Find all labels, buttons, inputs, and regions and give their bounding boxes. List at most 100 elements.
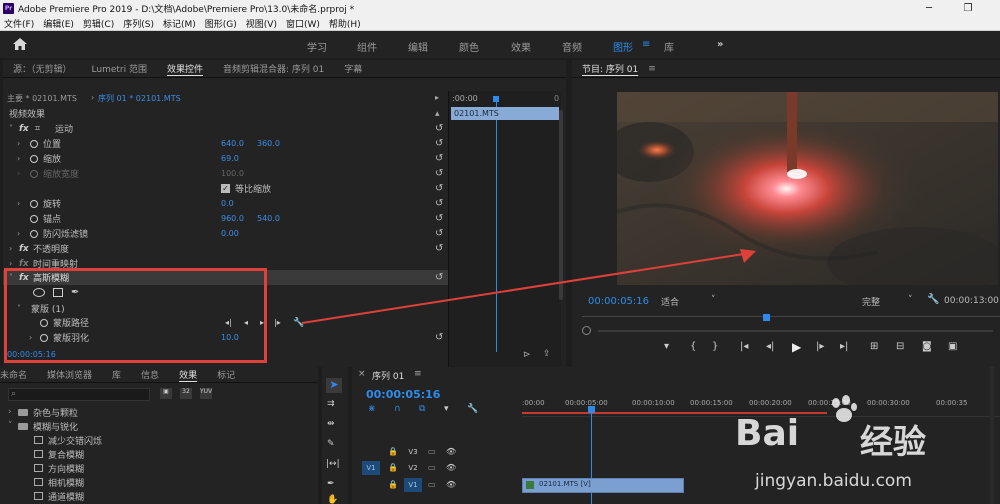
comparison-view-icon[interactable]: ▣ [948,341,957,352]
step-forward-icon[interactable]: |▸ [816,341,824,352]
extract-icon[interactable]: ⊟ [896,341,904,352]
timeline-timecode[interactable]: 00:00:05:16 [366,388,440,401]
export-frame-icon[interactable]: ◙ [922,341,932,352]
stopwatch-icon[interactable] [30,154,38,163]
anchor-x-value[interactable]: 960.0 [221,214,244,223]
timeline-settings-icon[interactable]: 🔧 [467,404,478,414]
list-item[interactable]: 方向模糊 [34,461,84,475]
tab-project[interactable]: 未命名 [0,368,37,381]
reset-icon[interactable]: ↺ [435,213,445,224]
mark-out-icon[interactable]: } [712,341,718,352]
motion-row[interactable]: ˅ fx ⌗ 运动 ↺ [3,121,448,136]
playhead-marker-icon[interactable] [588,406,595,413]
scale-row[interactable]: › 缩放 69.0 ↺ [3,151,448,166]
tab-effects[interactable]: 效果 [169,368,207,381]
selection-tool-icon[interactable]: ➤ [326,378,342,393]
master-clip-label[interactable]: 主要 * 02101.MTS [7,93,77,104]
tab-libraries[interactable]: 库 [102,368,131,381]
menu-help[interactable]: 帮助(H) [329,17,361,30]
scale-value[interactable]: 69.0 [221,154,239,163]
chevron-right-icon[interactable]: › [9,244,12,253]
track-name[interactable]: V3 [404,445,422,459]
chevron-right-icon[interactable]: › [17,229,20,238]
workspace-menu-icon[interactable]: ≡ [642,39,650,50]
effect-timeline[interactable]: :00:00 0 02101.MTS [448,91,561,376]
pen-tool-icon[interactable]: ✒ [327,479,335,489]
position-x-value[interactable]: 640.0 [221,139,244,148]
step-back-icon[interactable]: ◂| [766,341,774,352]
workspace-editing[interactable]: 编辑 [408,39,428,54]
yuv-effects-icon[interactable]: YUV [200,388,212,399]
chevron-right-icon[interactable]: › [91,93,94,102]
stopwatch-icon[interactable] [30,229,38,238]
program-playhead-icon[interactable] [763,314,770,321]
home-icon[interactable] [12,37,28,51]
snap-icon[interactable]: ∩ [394,404,401,414]
source-patch[interactable]: V1 [362,461,380,475]
fx-icon[interactable]: fx [19,259,29,269]
linked-selection-icon[interactable]: ⧉ [419,404,425,414]
position-y-value[interactable]: 360.0 [257,139,280,148]
reset-icon[interactable]: ↺ [435,168,445,179]
sequence-menu-icon[interactable]: ≡ [414,369,422,379]
workspace-overflow-icon[interactable]: » [717,39,723,50]
hand-tool-icon[interactable]: ✋ [327,495,338,504]
close-icon[interactable]: × [358,369,366,379]
sync-lock-icon[interactable]: ▭ [428,447,436,456]
track-forward-icon[interactable]: |▸ [274,318,281,327]
program-scrubber[interactable] [582,316,1000,317]
menu-graphics[interactable]: 图形(G) [205,17,237,30]
nest-icon[interactable]: ⋇ [368,404,376,414]
program-timecode[interactable]: 00:00:05:16 [588,296,649,307]
eye-icon[interactable]: 👁 [446,447,456,456]
reset-icon[interactable]: ↺ [435,153,445,164]
eye-icon[interactable]: 👁 [446,463,456,472]
eye-icon[interactable]: 👁 [446,480,456,489]
add-marker-icon[interactable]: ▾ [664,341,669,352]
anchor-y-value[interactable]: 540.0 [257,214,280,223]
restore-icon[interactable]: ❐ [953,0,983,16]
go-to-out-icon[interactable]: ▸| [840,341,848,352]
stopwatch-icon[interactable] [30,139,38,148]
accelerated-effects-icon[interactable]: ▣ [160,388,172,399]
reset-icon[interactable]: ↺ [435,198,445,209]
list-item[interactable]: 相机模糊 [34,475,84,489]
lock-icon[interactable]: 🔒 [388,480,398,489]
chevron-right-icon[interactable]: › [17,139,20,148]
video-clip[interactable]: 02101.MTS [V] [522,478,684,493]
scroll-up-icon[interactable]: ▴ [435,109,440,119]
rotation-value[interactable]: 0.0 [221,199,234,208]
menu-view[interactable]: 视图(V) [246,17,277,30]
tab-lumetri-scopes[interactable]: Lumetri 范围 [82,62,157,75]
tab-captions[interactable]: 字幕 [334,62,372,75]
list-item[interactable]: › 杂色与颗粒 [8,405,78,419]
tab-audio-clip-mixer[interactable]: 音频剪辑混合器: 序列 01 [213,62,334,75]
uniform-scale-checkbox[interactable]: ✓ [221,184,230,193]
menu-window[interactable]: 窗口(W) [286,17,320,30]
program-title[interactable]: 节目: 序列 01 [572,62,648,75]
tab-effect-controls[interactable]: 效果控件 [157,62,213,75]
minimize-icon[interactable]: ─ [914,0,944,16]
tab-markers[interactable]: 标记 [207,368,245,381]
export-icon[interactable]: ⇪ [543,349,551,359]
play-only-icon[interactable]: ▸ [435,93,439,102]
stopwatch-icon[interactable] [30,199,38,208]
transform-icon[interactable]: ⌗ [35,124,40,134]
ripple-edit-tool-icon[interactable]: ⇹ [327,419,335,429]
workspace-color[interactable]: 颜色 [459,39,479,54]
sequence-clip-label[interactable]: 序列 01 * 02101.MTS [98,93,181,104]
fx-icon[interactable]: fx [19,124,29,134]
filter-icon[interactable]: ⊳ [523,350,531,360]
reset-icon[interactable]: ↺ [435,138,445,149]
chevron-down-icon[interactable]: ˅ [9,124,13,133]
slip-tool-icon[interactable]: |↔| [326,459,340,469]
reset-icon[interactable]: ↺ [435,123,445,134]
reset-icon[interactable]: ↺ [435,183,445,194]
tab-info[interactable]: 信息 [131,368,169,381]
uniform-scale-row[interactable]: ✓ 等比缩放 ↺ [3,181,448,196]
fit-dropdown[interactable]: 适合 ˅ [661,295,721,308]
sequence-tab[interactable]: 序列 01 [372,369,404,382]
sync-lock-icon[interactable]: ▭ [428,463,436,472]
reset-icon[interactable]: ↺ [435,228,445,239]
tab-source[interactable]: 源：（无剪辑） [3,62,82,75]
